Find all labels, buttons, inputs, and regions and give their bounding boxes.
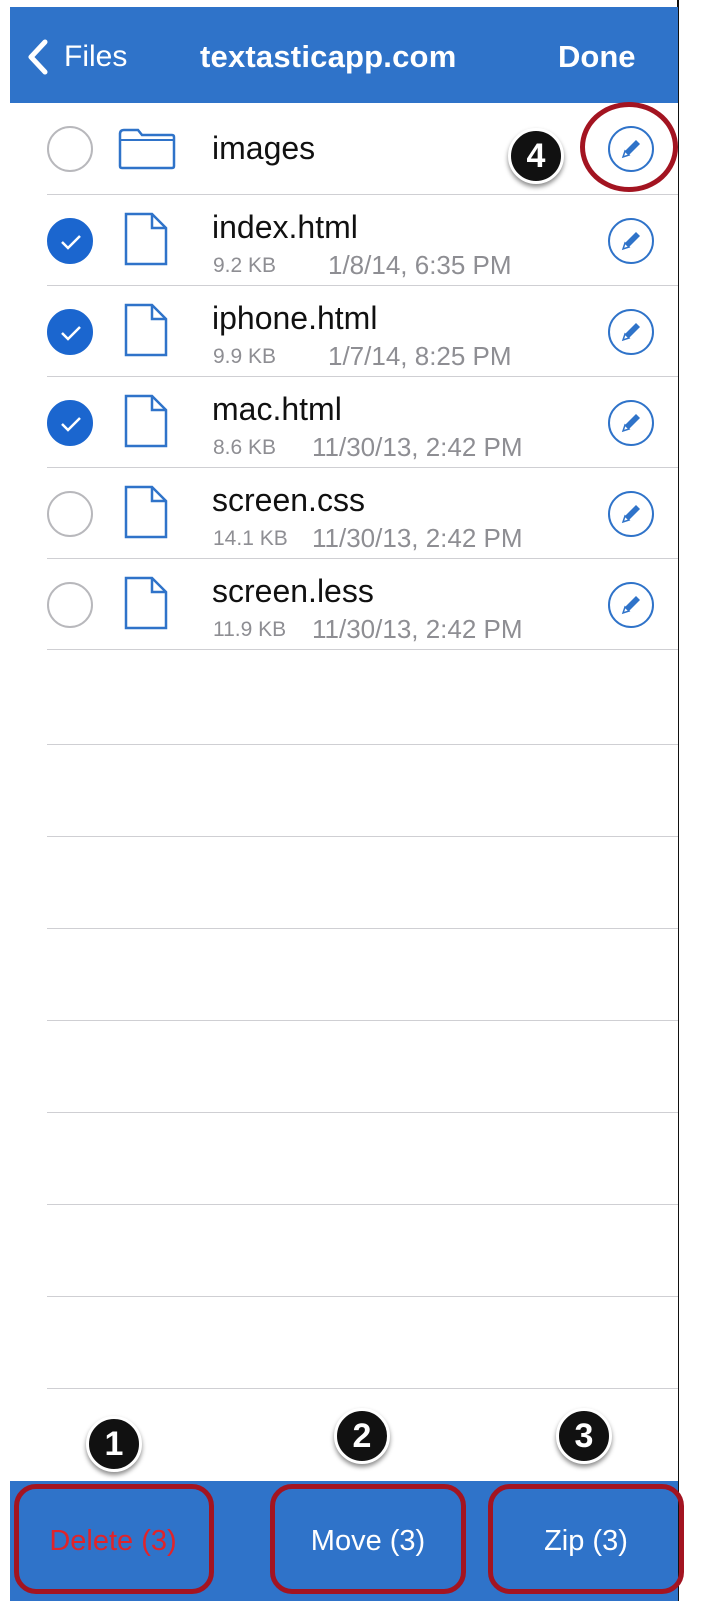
- empty-row-separator: [47, 1204, 678, 1205]
- file-list: images index.html 9.2 KB 1/8/14, 6:35 PM…: [10, 103, 678, 650]
- list-item-file[interactable]: mac.html 8.6 KB 11/30/13, 2:42 PM: [10, 377, 678, 468]
- pencil-icon: [621, 505, 640, 524]
- file-size: 14.1 KB: [213, 527, 288, 550]
- file-date: 11/30/13, 2:42 PM: [312, 614, 523, 644]
- annotation-ring-zip: [488, 1484, 684, 1594]
- file-date: 1/8/14, 6:35 PM: [328, 250, 512, 280]
- file-icon: [124, 394, 168, 448]
- file-name: iphone.html: [212, 300, 378, 336]
- annotation-ring-edit: [580, 102, 678, 192]
- edit-button[interactable]: [608, 400, 654, 446]
- chevron-left-icon: [28, 39, 48, 75]
- empty-row-separator: [47, 744, 678, 745]
- list-item-file[interactable]: iphone.html 9.9 KB 1/7/14, 8:25 PM: [10, 286, 678, 377]
- file-name: screen.less: [212, 573, 374, 609]
- edit-button[interactable]: [608, 491, 654, 537]
- list-item-file[interactable]: screen.css 14.1 KB 11/30/13, 2:42 PM: [10, 468, 678, 559]
- file-icon: [124, 212, 168, 266]
- select-circle-checked[interactable]: [47, 218, 93, 264]
- annotation-badge-3: 3: [556, 1408, 612, 1464]
- folder-icon: [118, 128, 176, 170]
- select-circle-checked[interactable]: [47, 309, 93, 355]
- file-date: 11/30/13, 2:42 PM: [312, 523, 523, 553]
- file-date: 11/30/13, 2:42 PM: [312, 432, 523, 462]
- edit-button[interactable]: [608, 309, 654, 355]
- pencil-icon: [621, 596, 640, 615]
- annotation-badge-2: 2: [334, 1408, 390, 1464]
- page-title: textasticapp.com: [200, 39, 457, 74]
- pencil-icon: [621, 323, 640, 342]
- file-date: 1/7/14, 8:25 PM: [328, 341, 512, 371]
- annotation-ring-move: [270, 1484, 466, 1594]
- empty-row-separator: [47, 1388, 678, 1389]
- back-button[interactable]: Files: [26, 35, 127, 79]
- checkmark-icon: [61, 235, 81, 250]
- file-name: mac.html: [212, 391, 342, 427]
- pencil-icon: [621, 414, 640, 433]
- edit-button[interactable]: [608, 582, 654, 628]
- empty-row-separator: [47, 928, 678, 929]
- checkmark-icon: [61, 326, 81, 341]
- list-item-file[interactable]: index.html 9.2 KB 1/8/14, 6:35 PM: [10, 195, 678, 286]
- list-item-folder[interactable]: images: [10, 103, 678, 195]
- annotation-badge-1: 1: [86, 1416, 142, 1472]
- done-button[interactable]: Done: [558, 39, 636, 75]
- select-circle-checked[interactable]: [47, 400, 93, 446]
- list-item-file[interactable]: screen.less 11.9 KB 11/30/13, 2:42 PM: [10, 559, 678, 650]
- select-circle[interactable]: [47, 126, 93, 172]
- edit-button[interactable]: [608, 218, 654, 264]
- file-size: 11.9 KB: [213, 618, 287, 641]
- file-icon: [124, 576, 168, 630]
- checkmark-icon: [61, 417, 81, 432]
- select-circle[interactable]: [47, 491, 93, 537]
- select-circle[interactable]: [47, 582, 93, 628]
- file-icon: [124, 485, 168, 539]
- file-size: 9.9 KB: [213, 345, 277, 368]
- empty-row-separator: [47, 1296, 678, 1297]
- back-button-label: Files: [64, 40, 128, 73]
- empty-row-separator: [47, 1112, 678, 1113]
- empty-row-separator: [47, 1020, 678, 1021]
- file-name: screen.css: [212, 482, 365, 518]
- navigation-bar: Files textasticapp.com Done: [10, 7, 678, 103]
- file-size: 8.6 KB: [213, 436, 277, 459]
- file-icon: [124, 303, 168, 357]
- file-browser-screen: Files textasticapp.com Done images index…: [10, 7, 678, 1601]
- annotation-ring-delete: [14, 1484, 214, 1594]
- file-name: index.html: [212, 209, 358, 245]
- pencil-icon: [621, 232, 640, 251]
- file-size: 9.2 KB: [213, 254, 277, 277]
- empty-row-separator: [47, 836, 678, 837]
- annotation-badge-4: 4: [508, 128, 564, 184]
- file-name: images: [212, 130, 316, 166]
